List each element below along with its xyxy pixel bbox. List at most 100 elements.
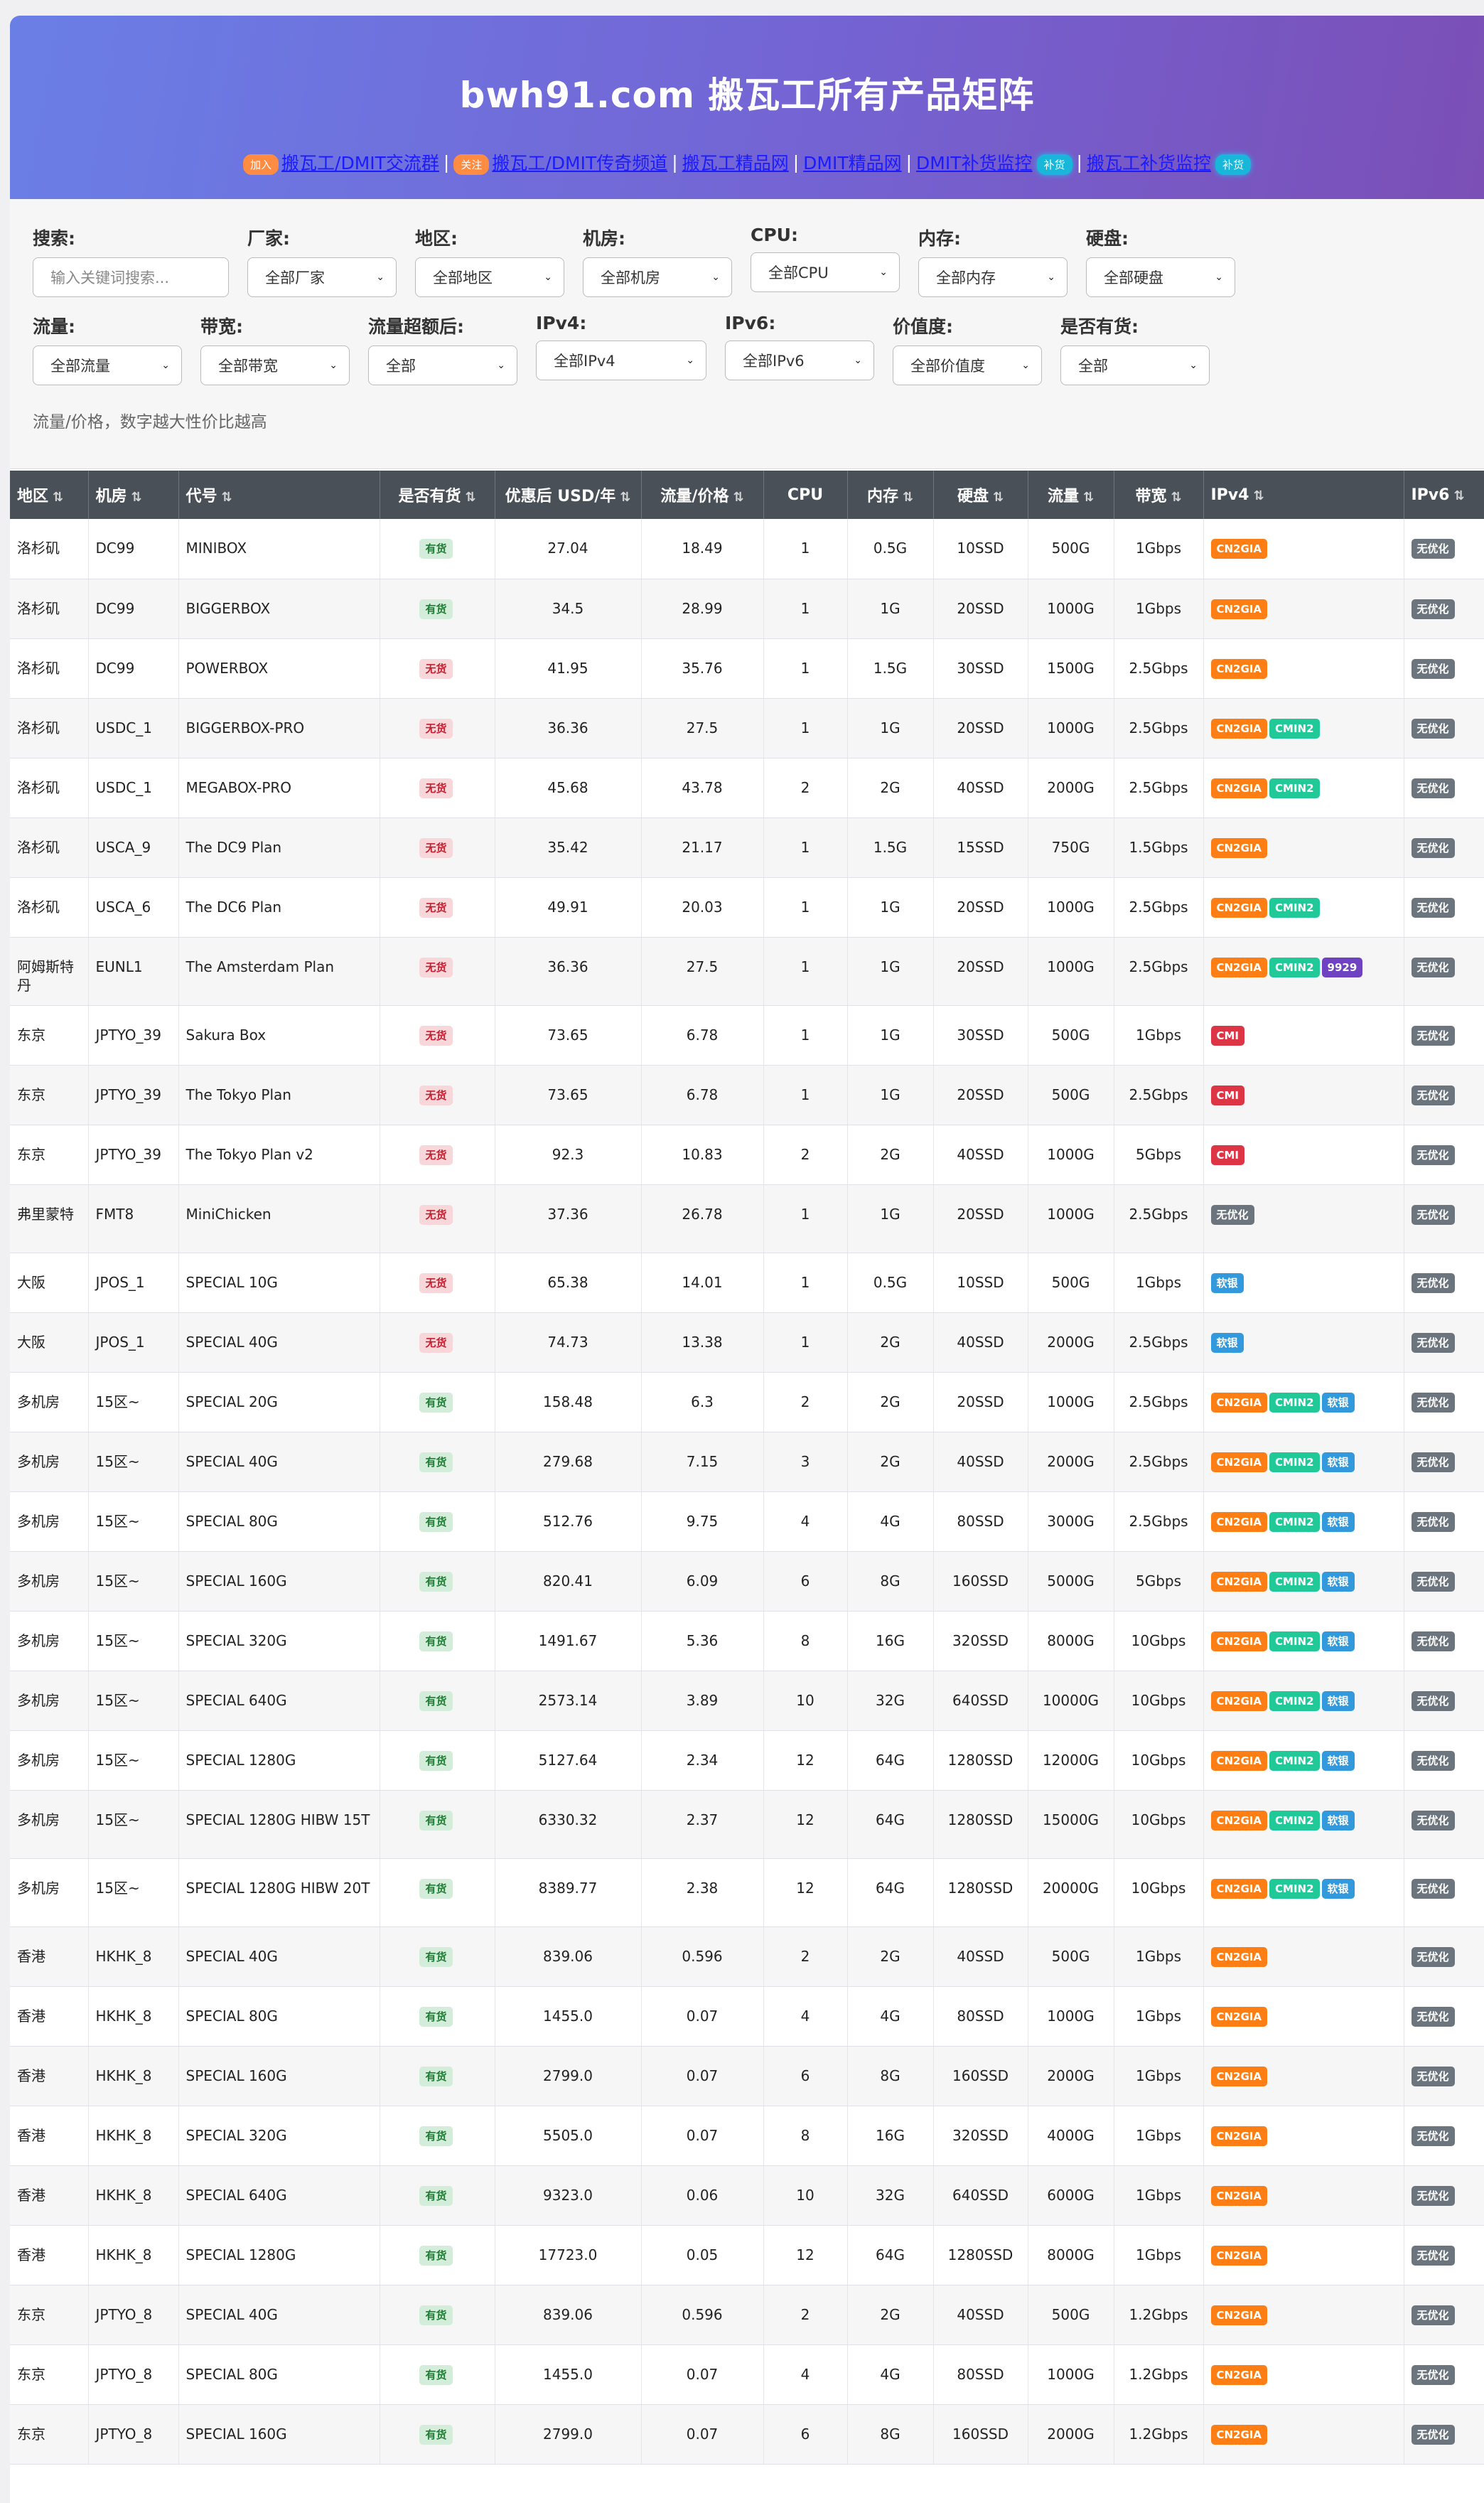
cell-text: 0.07 — [686, 2007, 719, 2025]
cell-ipv6: 无优化 — [1404, 1005, 1484, 1066]
cell-text: SPECIAL 1280G HIBW 15T — [186, 1811, 370, 1828]
column-header[interactable]: 流量/价格 ⇅ — [641, 471, 764, 519]
cell-text: 2.5Gbps — [1129, 1512, 1188, 1530]
cell-text: The DC9 Plan — [186, 838, 282, 856]
cell-disk: 320SSD — [933, 2106, 1028, 2166]
cell-dc: DC99 — [88, 579, 179, 639]
cell-stock: 有货 — [380, 519, 495, 579]
cell-text: 5505.0 — [543, 2126, 593, 2144]
cell-disk: 20SSD — [933, 1065, 1028, 1125]
route-badge: CMIN2 — [1269, 778, 1320, 798]
column-header[interactable]: 内存 ⇅ — [847, 471, 934, 519]
filter-select[interactable]: 全部 ⌄ — [368, 345, 517, 385]
filter-select[interactable]: 全部 ⌄ — [1060, 345, 1210, 385]
filter-select-value: 全部IPv6 — [743, 353, 805, 370]
column-header[interactable]: IPv4 ⇅ — [1203, 471, 1404, 519]
filter-select[interactable]: 全部IPv4 ⌄ — [536, 341, 706, 380]
filter-select[interactable]: 全部CPU ⌄ — [751, 252, 900, 292]
cell-dc: HKHK_8 — [88, 2106, 179, 2166]
stock-badge: 有货 — [419, 2305, 453, 2325]
sort-icon[interactable]: ⇅ — [465, 490, 475, 505]
filter-select[interactable]: 全部IPv6 ⌄ — [725, 341, 874, 380]
cell-disk: 20SSD — [933, 1372, 1028, 1432]
sort-icon[interactable]: ⇅ — [131, 490, 142, 505]
sort-icon[interactable]: ⇅ — [222, 490, 232, 505]
column-header[interactable]: 硬盘 ⇅ — [933, 471, 1028, 519]
filter-select[interactable]: 全部价值度 ⌄ — [893, 345, 1042, 385]
route-badge: 无优化 — [1411, 1204, 1455, 1225]
cell-code: SPECIAL 1280G HIBW 20T — [178, 1858, 380, 1927]
cell-text: 1 — [800, 838, 810, 856]
route-badge: 无优化 — [1411, 837, 1455, 858]
sort-icon[interactable]: ⇅ — [53, 490, 63, 505]
filter-select[interactable]: 全部硬盘 ⌄ — [1086, 257, 1235, 297]
cell-disk: 40SSD — [933, 1312, 1028, 1373]
header-link[interactable]: 搬瓦工补货监控 — [1087, 153, 1211, 173]
cell-ipv6: 无优化 — [1404, 519, 1484, 579]
cell-ipv6: 无优化 — [1404, 2106, 1484, 2166]
column-header[interactable]: 地区 ⇅ — [10, 471, 89, 519]
cell-text: 1000G — [1047, 1393, 1095, 1410]
cell-code: Sakura Box — [178, 1005, 380, 1066]
column-header[interactable]: 带宽 ⇅ — [1114, 471, 1204, 519]
column-header[interactable]: 机房 ⇅ — [88, 471, 179, 519]
header-link[interactable]: 搬瓦工精品网 — [682, 153, 789, 173]
filter-select[interactable]: 全部地区 ⌄ — [415, 257, 564, 297]
cell-text: 1000G — [1047, 1205, 1095, 1223]
filter-select[interactable]: 全部内存 ⌄ — [918, 257, 1068, 297]
column-header[interactable]: 优惠后 USD/年 ⇅ — [495, 471, 642, 519]
cell-text: 20SSD — [957, 898, 1004, 916]
cell-ratio: 6.09 — [641, 1551, 764, 1612]
sort-icon[interactable]: ⇅ — [733, 490, 743, 505]
cell-bw: 1Gbps — [1114, 1005, 1204, 1066]
search-input[interactable]: 输入关键词搜索... — [33, 257, 229, 297]
cell-text: HKHK_8 — [95, 2126, 152, 2144]
cell-ratio: 0.05 — [641, 2225, 764, 2285]
header-link[interactable]: 搬瓦工/DMIT交流群 — [281, 153, 439, 173]
header-link[interactable]: DMIT精品网 — [803, 153, 901, 173]
cell-text: 大阪 — [17, 1273, 45, 1291]
route-badge: CN2GIA — [1210, 539, 1268, 559]
cell-stock: 无货 — [380, 937, 495, 1006]
cell-text: JPOS_1 — [95, 1333, 145, 1351]
sort-icon[interactable]: ⇅ — [1171, 490, 1181, 505]
sort-icon[interactable]: ⇅ — [620, 490, 630, 505]
cell-text: 43.78 — [682, 778, 723, 796]
cell-bw: 1Gbps — [1114, 2046, 1204, 2106]
stock-badge: 无货 — [419, 718, 453, 739]
sort-icon[interactable]: ⇅ — [1253, 488, 1264, 503]
cell-text: JPTYO_39 — [95, 1145, 162, 1163]
cell-price: 279.68 — [495, 1432, 642, 1492]
chevron-down-icon: ⌄ — [1047, 272, 1055, 283]
cell-disk: 20SSD — [933, 877, 1028, 938]
column-header[interactable]: 是否有货 ⇅ — [380, 471, 495, 519]
cell-text: 2.5Gbps — [1129, 1452, 1188, 1470]
header-link[interactable]: 搬瓦工/DMIT传奇频道 — [492, 153, 667, 173]
cell-text: SPECIAL 640G — [186, 2186, 287, 2204]
filter-select[interactable]: 全部流量 ⌄ — [33, 345, 182, 385]
cell-text: 13.38 — [682, 1333, 723, 1351]
column-header[interactable]: 流量 ⇅ — [1028, 471, 1114, 519]
sort-icon[interactable]: ⇅ — [993, 490, 1004, 505]
sort-icon[interactable]: ⇅ — [903, 490, 913, 505]
cell-text: 1491.67 — [538, 1631, 598, 1649]
cell-text: 15区~ — [95, 1879, 140, 1897]
cell-text: 15区~ — [95, 1811, 140, 1828]
filter-select[interactable]: 全部厂家 ⌄ — [247, 257, 397, 297]
cell-text: 8G — [880, 2425, 900, 2443]
header-link[interactable]: DMIT补货监控 — [916, 153, 1032, 173]
cell-region: 洛杉矶 — [10, 818, 89, 878]
filter-select[interactable]: 全部机房 ⌄ — [583, 257, 732, 297]
cell-text: 0.596 — [682, 2305, 723, 2323]
sort-icon[interactable]: ⇅ — [1083, 490, 1094, 505]
column-header[interactable]: CPU — [763, 471, 848, 519]
cell-text: 1 — [800, 1333, 810, 1351]
cell-ipv6: 无优化 — [1404, 2225, 1484, 2285]
sort-icon[interactable]: ⇅ — [1453, 488, 1464, 503]
cell-text: 36.36 — [547, 958, 588, 975]
cell-text: 35.76 — [682, 659, 723, 677]
column-header[interactable]: 代号 ⇅ — [178, 471, 380, 519]
cell-text: 20SSD — [957, 1086, 1004, 1103]
filter-select[interactable]: 全部带宽 ⌄ — [200, 345, 350, 385]
column-header[interactable]: IPv6 ⇅ — [1404, 471, 1484, 519]
